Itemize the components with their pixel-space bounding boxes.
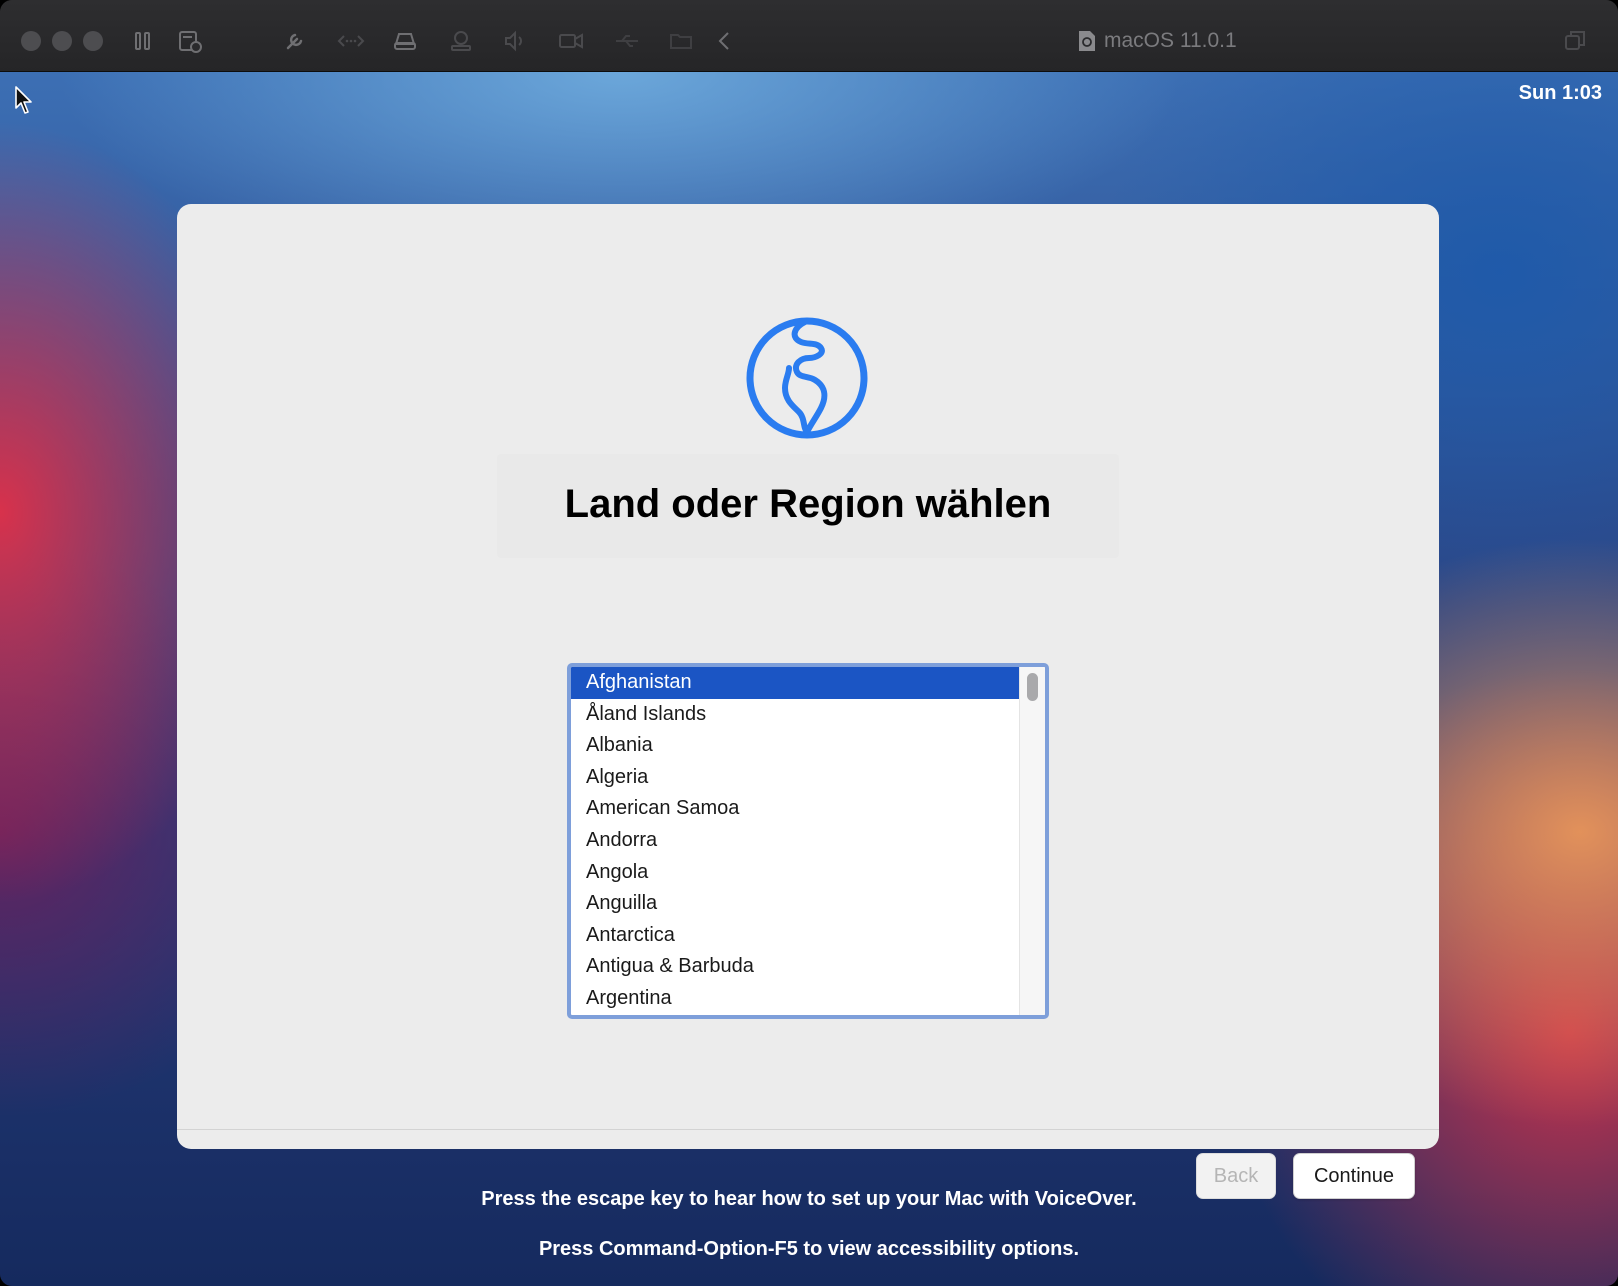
sheet-divider bbox=[177, 1129, 1439, 1130]
setup-assistant-sheet: Land oder Region wählen Afghanistan Åland… bbox=[177, 204, 1439, 1199]
country-list-item[interactable]: Antarctica bbox=[571, 920, 1019, 952]
pause-icon[interactable] bbox=[128, 26, 158, 56]
voiceover-hint: Press the escape key to hear how to set … bbox=[481, 1188, 1137, 1210]
country-list-item[interactable]: American Samoa bbox=[571, 793, 1019, 825]
country-list-scrollbar[interactable] bbox=[1019, 667, 1045, 1015]
minimize-window-button[interactable] bbox=[52, 31, 72, 51]
country-list-item[interactable]: Albania bbox=[571, 730, 1019, 762]
fullscreen-icon[interactable] bbox=[1560, 26, 1590, 56]
country-list-item[interactable]: Anguilla bbox=[571, 888, 1019, 920]
scrollbar-thumb[interactable] bbox=[1027, 673, 1038, 701]
camera-icon[interactable] bbox=[446, 26, 476, 56]
vm-window-title: macOS 11.0.1 bbox=[1078, 26, 1237, 56]
menubar-clock[interactable]: Sun 1:03 bbox=[1519, 82, 1602, 105]
close-window-button[interactable] bbox=[21, 31, 41, 51]
title-band: Land oder Region wählen bbox=[497, 454, 1119, 558]
country-list-box[interactable]: Afghanistan Åland Islands Albania Algeria Am… bbox=[567, 663, 1049, 1019]
video-icon[interactable] bbox=[556, 26, 586, 56]
chevron-left-icon[interactable] bbox=[710, 26, 740, 56]
country-list-item[interactable]: Argentina bbox=[571, 983, 1019, 1015]
country-list-item[interactable]: Afghanistan bbox=[571, 667, 1019, 699]
country-list[interactable]: Afghanistan Åland Islands Albania Algeria Am… bbox=[571, 667, 1019, 1015]
desktop: Sun 1:03 Land oder Region wählen Afghani… bbox=[0, 72, 1618, 1286]
vm-title-text: macOS 11.0.1 bbox=[1104, 29, 1237, 52]
page-title: Land oder Region wählen bbox=[564, 482, 1052, 526]
shared-folder-icon[interactable] bbox=[667, 26, 697, 56]
country-list-item[interactable]: Åland Islands bbox=[571, 699, 1019, 731]
network-icon[interactable] bbox=[336, 26, 366, 56]
speaker-icon[interactable] bbox=[500, 26, 530, 56]
mouse-pointer-icon bbox=[15, 86, 32, 114]
snapshot-icon[interactable] bbox=[175, 26, 205, 56]
zoom-window-button[interactable] bbox=[83, 31, 103, 51]
country-list-item[interactable]: Angola bbox=[571, 857, 1019, 889]
document-icon bbox=[1079, 31, 1095, 51]
usb-icon[interactable] bbox=[612, 26, 642, 56]
accessibility-hint: Press Command-Option-F5 to view accessib… bbox=[538, 1238, 1080, 1260]
wrench-icon[interactable] bbox=[280, 26, 310, 56]
globe-icon bbox=[746, 317, 868, 439]
disk-icon[interactable] bbox=[390, 26, 420, 56]
vm-window: macOS 11.0.1 Sun 1:03 Land oder Region w… bbox=[0, 0, 1618, 1286]
country-list-item[interactable]: Andorra bbox=[571, 825, 1019, 857]
vm-titlebar: macOS 11.0.1 bbox=[0, 0, 1618, 72]
country-list-item[interactable]: Algeria bbox=[571, 762, 1019, 794]
country-list-item[interactable]: Antigua & Barbuda bbox=[571, 951, 1019, 983]
